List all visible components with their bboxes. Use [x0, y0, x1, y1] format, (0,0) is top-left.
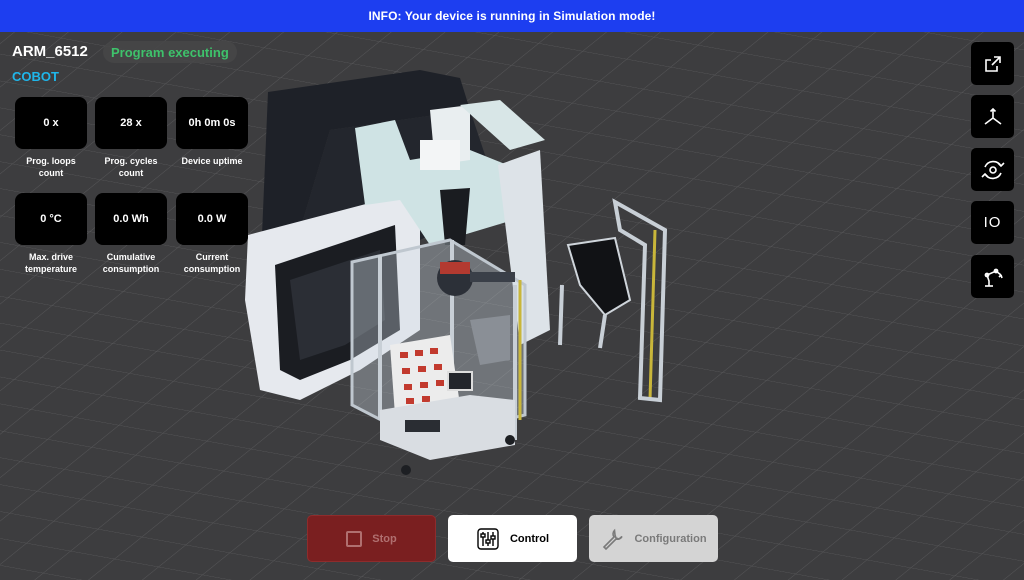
- program-status-text: Program executing: [111, 44, 229, 60]
- io-icon: IO: [983, 214, 1002, 231]
- stat-value: 0 x: [15, 97, 87, 149]
- stop-button[interactable]: Stop: [307, 515, 436, 562]
- simulation-info-banner: INFO: Your device is running in Simulati…: [0, 0, 1024, 32]
- stat-label: Max. drive temperature: [24, 252, 78, 274]
- stat-value: 0.0 Wh: [95, 193, 167, 245]
- stop-button-label: Stop: [372, 532, 397, 545]
- robot-arm-icon: [984, 268, 1003, 287]
- device-name: ARM_6512: [12, 43, 88, 60]
- program-status-badge: Program executing: [103, 41, 237, 63]
- io-view-button[interactable]: IO: [971, 201, 1014, 244]
- axes-icon: [984, 107, 1001, 125]
- robot-view-button[interactable]: [971, 255, 1014, 298]
- stat-value: 28 x: [95, 97, 167, 149]
- stat-label: Cumulative consumption: [102, 252, 160, 274]
- device-type: COBOT: [12, 69, 59, 84]
- stat-device-uptime: 0h 0m 0s Device uptime: [176, 97, 248, 167]
- stat-value: 0h 0m 0s: [176, 97, 248, 149]
- sliders-icon: [477, 527, 499, 550]
- machine-cell-model[interactable]: [0, 0, 1024, 580]
- stat-label: Prog. cycles count: [104, 156, 158, 178]
- control-button-label: Control: [509, 532, 550, 545]
- stat-value: 0 °C: [15, 193, 87, 245]
- stat-label: Device uptime: [181, 156, 243, 166]
- stat-value: 0.0 W: [176, 193, 248, 245]
- wrench-icon: [603, 528, 624, 550]
- stat-max-drive-temperature: 0 °C Max. drive temperature: [15, 193, 87, 275]
- banner-text: INFO: Your device is running in Simulati…: [368, 9, 656, 23]
- stat-label: Prog. loops count: [26, 156, 76, 178]
- stat-cumulative-consumption: 0.0 Wh Cumulative consumption: [95, 193, 167, 275]
- stat-prog-cycles: 28 x Prog. cycles count: [95, 97, 167, 179]
- configuration-button-label: Configuration: [634, 532, 707, 545]
- stat-label: Current consumption: [183, 252, 241, 274]
- axes-view-button[interactable]: [971, 95, 1014, 138]
- stop-icon: [346, 530, 363, 547]
- stat-prog-loops: 0 x Prog. loops count: [15, 97, 87, 179]
- rotate-view-button[interactable]: [971, 148, 1014, 191]
- open-external-button[interactable]: [971, 42, 1014, 85]
- rotate-view-icon: [980, 160, 1005, 179]
- 3d-viewport[interactable]: [0, 0, 1024, 580]
- configuration-button[interactable]: Configuration: [589, 515, 718, 562]
- stat-current-consumption: 0.0 W Current consumption: [176, 193, 248, 275]
- external-link-icon: [984, 55, 1001, 72]
- control-button[interactable]: Control: [448, 515, 577, 562]
